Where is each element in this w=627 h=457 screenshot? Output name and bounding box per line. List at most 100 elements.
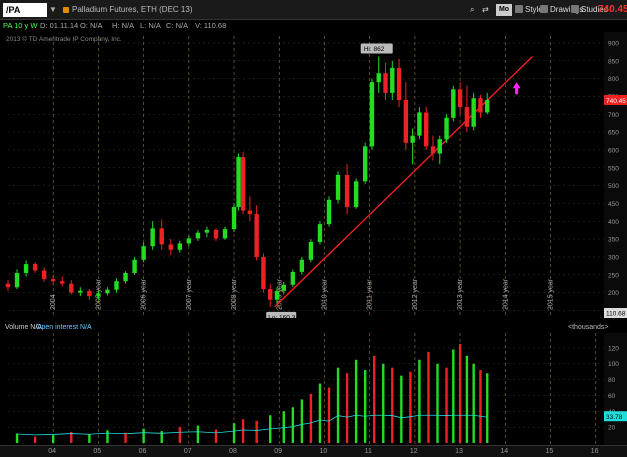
year-label: 2015 year bbox=[548, 278, 555, 310]
price-tick-label: 800 bbox=[608, 76, 619, 83]
volume-bar bbox=[142, 428, 145, 443]
volume-bar bbox=[452, 349, 455, 443]
style-icon bbox=[515, 5, 523, 13]
price-tick-label: 400 bbox=[608, 219, 619, 226]
open-label: O: N/A bbox=[80, 21, 103, 30]
volume-label: V: 110.68 bbox=[195, 21, 227, 30]
volume-unit-label: <thousands> bbox=[568, 324, 609, 331]
volume-bar bbox=[418, 359, 421, 443]
candle-body bbox=[376, 73, 381, 83]
candle-body bbox=[96, 293, 101, 297]
volume-bar bbox=[479, 370, 482, 443]
candle-body bbox=[41, 270, 47, 280]
volume-tick-label: 120 bbox=[608, 345, 619, 352]
candle-body bbox=[240, 157, 246, 211]
share-icon[interactable]: ⇄ bbox=[482, 4, 489, 16]
candle-body bbox=[222, 229, 228, 239]
open-interest-label: Open interest N/A bbox=[36, 324, 92, 331]
volume-bar bbox=[318, 383, 322, 443]
trendline bbox=[274, 56, 533, 308]
search-icon[interactable]: ⌕ bbox=[470, 4, 474, 16]
volume-bar bbox=[427, 351, 430, 443]
volume-bar bbox=[15, 433, 19, 443]
open-interest-line bbox=[17, 414, 488, 436]
volume-bar bbox=[291, 407, 295, 443]
price-chart-panel[interactable]: 2013 © TD Ameritrade IP Company, Inc. 900… bbox=[0, 32, 627, 318]
volume-bar bbox=[214, 429, 218, 443]
aggregation-button[interactable]: Mo bbox=[496, 4, 512, 16]
price-tick-label: 550 bbox=[608, 165, 619, 172]
candle-body bbox=[335, 174, 341, 200]
volume-chart[interactable]: 1201008060402033.78 bbox=[0, 333, 627, 445]
candle-body bbox=[159, 228, 164, 245]
volume-bar bbox=[472, 363, 475, 443]
volume-bar bbox=[232, 423, 236, 443]
current-price-label: 740.45 bbox=[606, 98, 626, 105]
time-axis-label: 06 bbox=[138, 448, 147, 455]
candle-body bbox=[383, 73, 388, 93]
style-button[interactable]: Style bbox=[515, 4, 543, 16]
volume-bar bbox=[241, 419, 245, 443]
candle-body bbox=[299, 259, 305, 272]
volume-last-label: 33.78 bbox=[606, 414, 623, 421]
time-axis-label: 15 bbox=[545, 448, 554, 455]
volume-tick-label: 20 bbox=[608, 425, 616, 432]
candle-body bbox=[417, 112, 422, 136]
candle-body bbox=[231, 206, 237, 230]
volume-bar bbox=[196, 425, 200, 443]
last-volume-label: 110.68 bbox=[606, 311, 626, 318]
volume-bar bbox=[282, 411, 285, 443]
candle-body bbox=[281, 284, 286, 291]
candle-body bbox=[274, 290, 280, 300]
price-tick-label: 500 bbox=[608, 183, 619, 190]
volume-bar bbox=[300, 399, 304, 443]
up-arrow-icon bbox=[512, 82, 521, 95]
price-chart[interactable]: 2013 © TD Ameritrade IP Company, Inc. 900… bbox=[0, 32, 627, 318]
year-label: 2008 year bbox=[231, 278, 238, 310]
candle-body bbox=[403, 99, 409, 143]
time-axis-label: 13 bbox=[455, 448, 463, 455]
candle-body bbox=[485, 99, 490, 113]
candle-body bbox=[141, 246, 146, 260]
volume-tick-label: 60 bbox=[608, 393, 616, 400]
instrument-title: Palladium Futures, ETH (DEC 13) bbox=[72, 5, 193, 14]
symbol-dropdown-icon[interactable]: ▼ bbox=[48, 3, 58, 17]
candle-body bbox=[150, 228, 155, 247]
candle-body bbox=[87, 290, 92, 297]
price-tick-label: 600 bbox=[608, 147, 619, 154]
volume-bar bbox=[436, 363, 439, 443]
volume-bar bbox=[52, 435, 55, 443]
candle-body bbox=[353, 181, 359, 207]
volume-bar bbox=[465, 355, 469, 443]
high-label: Hi: 862 bbox=[364, 46, 385, 53]
candle-body bbox=[236, 157, 241, 207]
candle-body bbox=[437, 139, 442, 154]
bottom-time-axis: 04 05 06 07 08 09 10 11 12 13 14 15 16 bbox=[0, 445, 627, 457]
candle-body bbox=[390, 67, 395, 93]
volume-bar bbox=[33, 436, 37, 443]
candle-body bbox=[60, 281, 65, 284]
symbol-input[interactable]: /PA bbox=[3, 3, 47, 17]
volume-chart-panel[interactable]: 1201008060402033.78 bbox=[0, 333, 627, 445]
candle-body bbox=[410, 135, 415, 143]
candle-body bbox=[326, 199, 332, 225]
year-label: 2007 year bbox=[186, 278, 193, 310]
copyright-text: 2013 © TD Ameritrade IP Company, Inc. bbox=[6, 35, 122, 43]
candle-body bbox=[5, 283, 11, 288]
price-tick-label: 850 bbox=[608, 58, 619, 65]
candle-body bbox=[132, 259, 137, 273]
toolbar: /PA ▼ Palladium Futures, ETH (DEC 13) ⌕ … bbox=[0, 0, 627, 20]
year-label: 2006 year bbox=[141, 278, 148, 310]
volume-tick-label: 80 bbox=[608, 377, 616, 384]
volume-bar bbox=[345, 373, 349, 443]
volume-bar bbox=[124, 432, 127, 443]
time-axis-label: 11 bbox=[364, 448, 372, 455]
time-axis-label: 09 bbox=[274, 448, 283, 455]
low-label: L: N/A bbox=[140, 21, 161, 30]
time-axis-label: 05 bbox=[93, 448, 102, 455]
volume-tick-label: 100 bbox=[608, 361, 619, 368]
volume-bar bbox=[382, 363, 385, 443]
candle-body bbox=[204, 229, 210, 233]
time-axis-label: 14 bbox=[500, 448, 509, 455]
volume-bar bbox=[373, 355, 376, 443]
